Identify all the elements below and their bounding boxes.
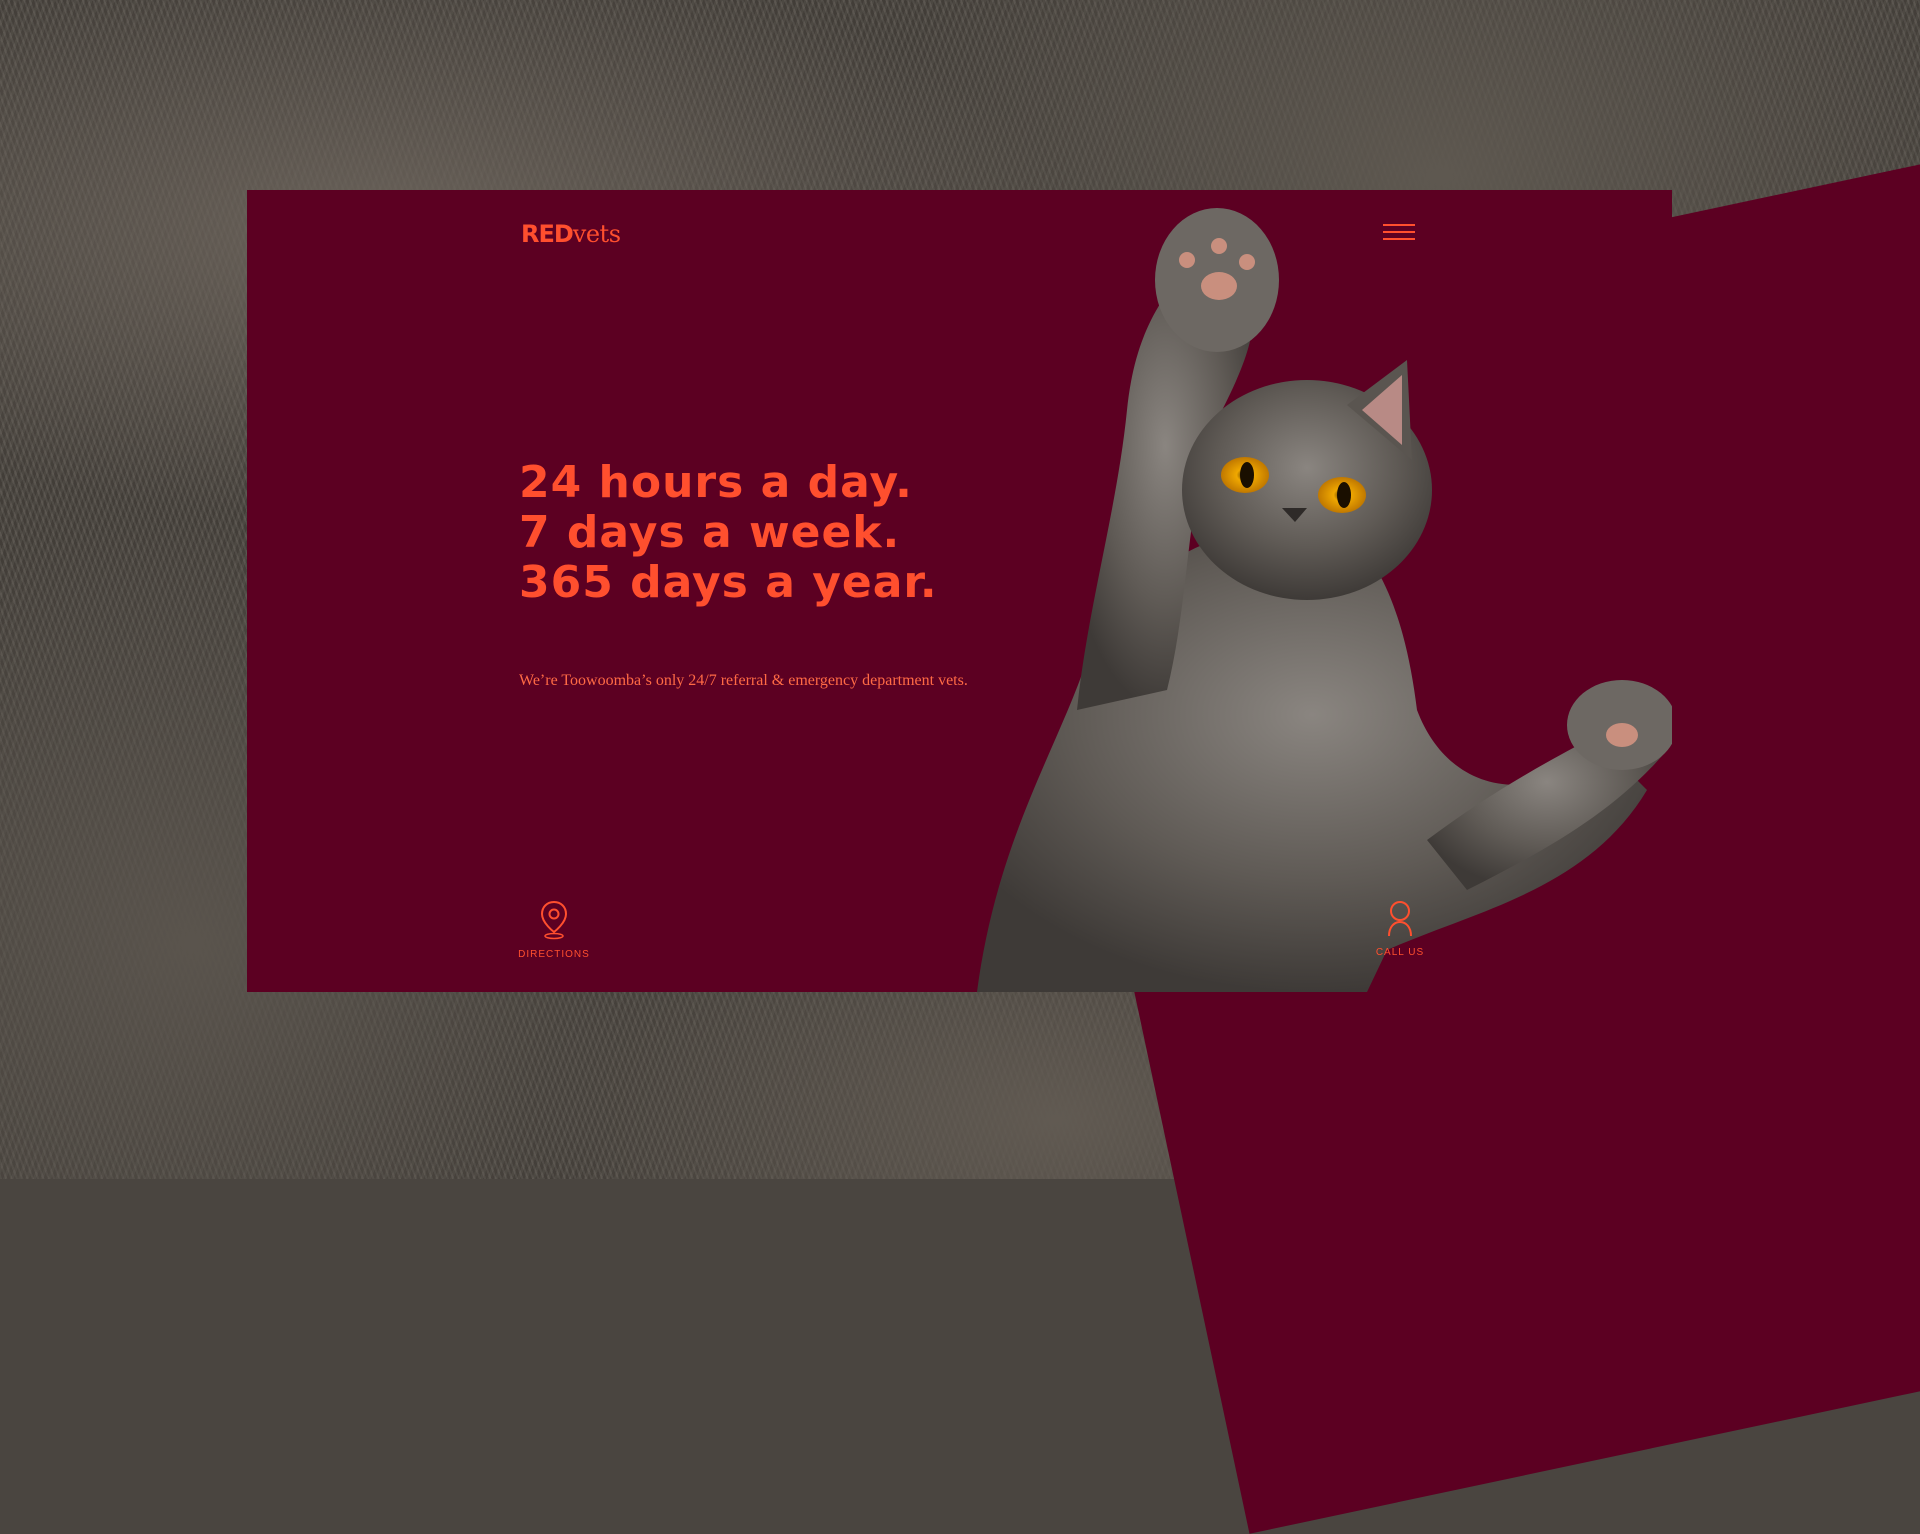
logo-bold-text: RED xyxy=(521,220,574,248)
logo-light-text: vets xyxy=(572,220,621,248)
brand-logo[interactable]: REDvets xyxy=(521,220,621,249)
website-mockup-card: REDvets 24 hours a day. 7 days a week. 3… xyxy=(247,190,1672,992)
cat-image xyxy=(977,208,1672,992)
call-us-button[interactable]: CALL US xyxy=(1355,900,1445,958)
hero-subtitle: We’re Toowoomba’s only 24/7 referral & e… xyxy=(519,672,968,689)
hamburger-icon-line xyxy=(1383,238,1415,240)
directions-label: DIRECTIONS xyxy=(518,949,590,960)
headline-line: 7 days a week. xyxy=(519,507,901,558)
person-icon xyxy=(1388,901,1412,937)
headline-line: 24 hours a day. xyxy=(519,457,913,508)
directions-button[interactable]: DIRECTIONS xyxy=(509,900,599,960)
hero-headline: 24 hours a day. 7 days a week. 365 days … xyxy=(519,458,938,608)
hamburger-icon-line xyxy=(1383,224,1415,226)
headline-line: 365 days a year. xyxy=(519,557,938,608)
map-pin-icon xyxy=(540,900,568,940)
hamburger-menu-button[interactable] xyxy=(1383,224,1415,244)
hamburger-icon-line xyxy=(1383,231,1415,233)
call-us-label: CALL US xyxy=(1375,947,1425,958)
